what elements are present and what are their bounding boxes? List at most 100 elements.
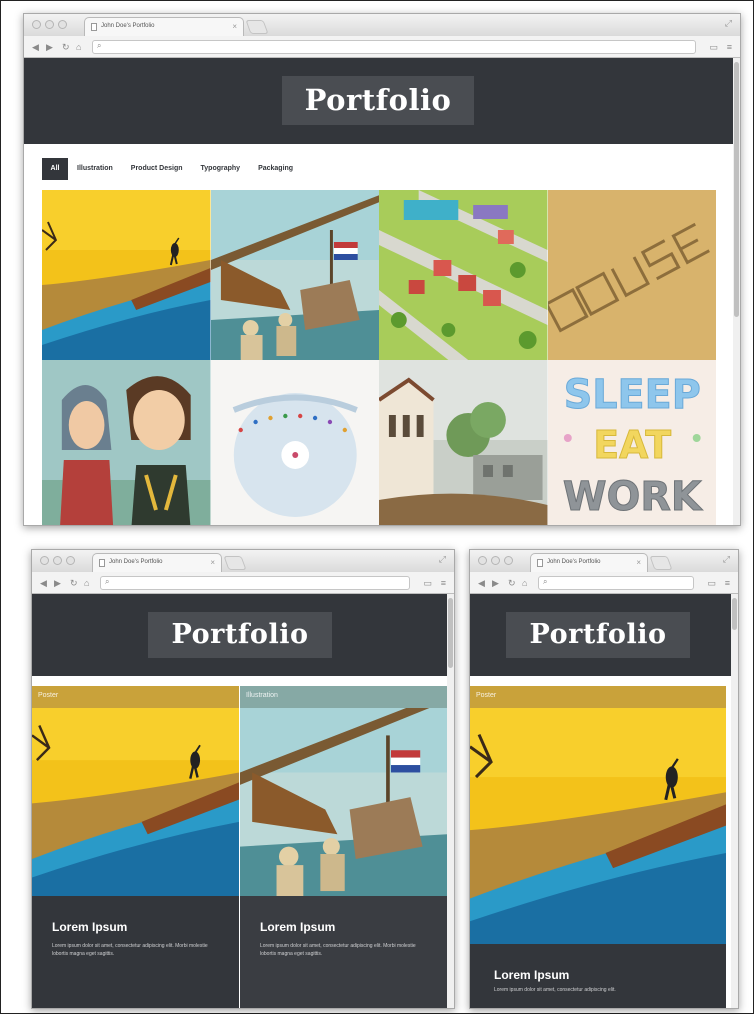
minimize-window-button[interactable] — [491, 556, 500, 565]
address-bar[interactable]: ⌕ — [92, 40, 696, 54]
browser-window-mobile: John Doe's Portfolio × ⤢ ◀ ▶ ↻ ⌂ ⌕ ▭ ≡ P… — [469, 549, 739, 1009]
zoom-window-button[interactable] — [58, 20, 67, 29]
browser-toolbar: ◀ ▶ ↻ ⌂ ⌕ ▭ ≡ — [24, 36, 740, 58]
card-title[interactable]: Lorem Ipsum — [52, 920, 225, 934]
reload-icon[interactable]: ↻ — [508, 577, 516, 589]
tab-title: John Doe's Portfolio — [109, 559, 163, 565]
window-controls — [32, 20, 67, 29]
portfolio-item-stork[interactable] — [42, 190, 211, 360]
search-icon: ⌕ — [97, 41, 102, 50]
site-header: Portfolio — [32, 594, 447, 676]
browser-tab[interactable]: John Doe's Portfolio × — [92, 553, 222, 572]
stork-illustration-image — [470, 686, 726, 944]
scrollbar-thumb[interactable] — [734, 62, 739, 317]
card-description: Lorem ipsum dolor sit amet, consectetur … — [52, 943, 208, 957]
back-button[interactable]: ◀ — [40, 577, 47, 589]
page-action-icon[interactable]: ▭ — [709, 41, 718, 53]
title-bar: John Doe's Portfolio × ⤢ — [32, 550, 454, 572]
fullscreen-icon[interactable]: ⤢ — [725, 18, 732, 29]
fullscreen-icon[interactable]: ⤢ — [439, 554, 446, 565]
portfolio-card-poster[interactable]: Poster Lorem Ipsum Lorem ipsum dolor sit… — [470, 686, 726, 1008]
menu-icon[interactable]: ≡ — [441, 577, 446, 589]
forward-button[interactable]: ▶ — [54, 577, 61, 589]
portfolio-item-sailors[interactable] — [211, 190, 380, 360]
filter-typography[interactable]: Typography — [192, 158, 250, 180]
new-tab-button[interactable] — [245, 20, 269, 34]
tab-close-button[interactable]: × — [210, 558, 215, 567]
minimize-window-button[interactable] — [45, 20, 54, 29]
new-tab-button[interactable] — [223, 556, 247, 570]
card-title[interactable]: Lorem Ipsum — [494, 968, 714, 982]
tab-close-button[interactable]: × — [232, 22, 237, 31]
portfolio-item-city-map[interactable] — [379, 190, 548, 360]
scrollbar[interactable] — [447, 594, 454, 1008]
page-action-icon[interactable]: ▭ — [423, 577, 432, 589]
browser-tab[interactable]: John Doe's Portfolio × — [530, 553, 648, 572]
filter-packaging[interactable]: Packaging — [249, 158, 302, 180]
forward-button[interactable]: ▶ — [492, 577, 499, 589]
home-icon[interactable]: ⌂ — [522, 577, 527, 589]
sailors-illustration-image — [211, 190, 380, 360]
reload-icon[interactable]: ↻ — [70, 577, 78, 589]
card-info: Lorem Ipsum Lorem ipsum dolor sit amet, … — [32, 896, 239, 1008]
browser-toolbar: ◀ ▶ ↻ ⌂ ⌕ ▭ ≡ — [32, 572, 454, 594]
forward-button[interactable]: ▶ — [46, 41, 53, 53]
portfolio-item-street[interactable] — [379, 360, 548, 525]
close-window-button[interactable] — [32, 20, 41, 29]
reload-icon[interactable]: ↻ — [62, 41, 70, 53]
zoom-window-button[interactable] — [66, 556, 75, 565]
scrollbar[interactable] — [731, 594, 738, 1008]
window-controls — [478, 556, 513, 565]
sailors-illustration-image — [240, 686, 447, 896]
address-bar[interactable]: ⌕ — [100, 576, 410, 590]
menu-icon[interactable]: ≡ — [727, 41, 732, 53]
portfolio-card-poster[interactable]: Poster Lorem Ipsum Lorem ipsum dolor sit… — [32, 686, 239, 1008]
menu-icon[interactable]: ≡ — [725, 577, 730, 589]
card-description: Lorem ipsum dolor sit amet, consectetur … — [494, 987, 616, 993]
site-brand[interactable]: Portfolio — [506, 612, 690, 658]
filter-all[interactable]: All — [42, 158, 68, 180]
site-brand[interactable]: Portfolio — [282, 76, 474, 125]
card-category: Poster — [32, 686, 239, 708]
fullscreen-icon[interactable]: ⤢ — [723, 554, 730, 565]
window-controls — [40, 556, 75, 565]
work-word: WORK — [562, 474, 703, 520]
stork-illustration-image — [32, 686, 239, 896]
document-icon — [99, 559, 105, 567]
home-icon[interactable]: ⌂ — [76, 41, 81, 53]
scrollbar-thumb[interactable] — [732, 598, 737, 630]
scrollbar-thumb[interactable] — [448, 598, 453, 668]
street-illustration-image — [379, 360, 548, 525]
card-info: Lorem Ipsum Lorem ipsum dolor sit amet, … — [240, 896, 447, 1008]
back-button[interactable]: ◀ — [478, 577, 485, 589]
page-action-icon[interactable]: ▭ — [707, 577, 716, 589]
portfolio-item-house[interactable] — [548, 190, 717, 360]
page-viewport: Portfolio Poster Lorem Ipsum Lorem ipsum… — [470, 594, 738, 1008]
zoom-window-button[interactable] — [504, 556, 513, 565]
address-bar[interactable]: ⌕ — [538, 576, 694, 590]
filter-product-design[interactable]: Product Design — [122, 158, 192, 180]
scrollbar[interactable] — [733, 58, 740, 525]
search-icon: ⌕ — [543, 577, 548, 586]
minimize-window-button[interactable] — [53, 556, 62, 565]
home-icon[interactable]: ⌂ — [84, 577, 89, 589]
close-window-button[interactable] — [40, 556, 49, 565]
portfolio-item-sleep-eat-work[interactable]: SLEEP EAT WORK — [547, 360, 716, 525]
browser-tab[interactable]: John Doe's Portfolio × — [84, 17, 244, 36]
filter-illustration[interactable]: Illustration — [68, 158, 122, 180]
document-icon — [537, 559, 543, 567]
portfolio-item-record[interactable] — [211, 360, 380, 525]
tab-close-button[interactable]: × — [636, 558, 641, 567]
browser-window-desktop: John Doe's Portfolio × ⤢ ◀ ▶ ↻ ⌂ ⌕ ▭ ≡ P… — [23, 13, 741, 526]
portfolio-item-characters[interactable] — [42, 360, 211, 525]
back-button[interactable]: ◀ — [32, 41, 39, 53]
page-viewport: Portfolio Poster Lorem Ipsum Lorem ipsum… — [32, 594, 454, 1008]
document-icon — [91, 23, 97, 31]
card-title[interactable]: Lorem Ipsum — [260, 920, 433, 934]
site-brand[interactable]: Portfolio — [148, 612, 332, 658]
new-tab-button[interactable] — [649, 556, 673, 570]
close-window-button[interactable] — [478, 556, 487, 565]
portfolio-card-illustration[interactable]: Illustration Lorem Ipsum Lorem ipsum dol… — [240, 686, 447, 1008]
site-header: Portfolio — [470, 594, 731, 676]
search-icon: ⌕ — [105, 577, 110, 586]
